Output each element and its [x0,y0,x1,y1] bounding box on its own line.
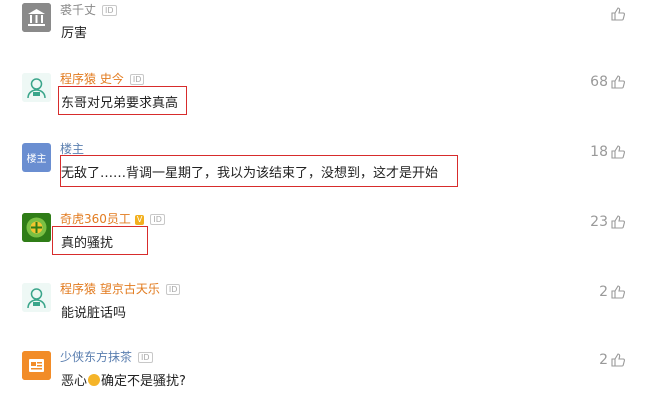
thumbs-up-icon [611,7,625,21]
like-button[interactable]: 68 [590,74,626,90]
like-button[interactable] [608,6,626,22]
like-count: 68 [590,74,608,90]
like-count: 2 [599,284,608,300]
avatar[interactable] [22,351,51,380]
like-button[interactable]: 23 [590,214,626,230]
comment-text: 厉害 [61,26,88,41]
thumbs-up-icon [611,353,625,367]
like-count: 2 [599,352,608,368]
thumbs-up-icon [611,285,625,299]
username-text[interactable]: 裘千丈 [60,3,96,17]
thumbs-up-icon [611,75,625,89]
comment-text-part: 恶心 [61,374,88,389]
id-badge: ID [165,284,181,295]
like-count: 18 [590,144,608,160]
avatar[interactable] [22,283,51,312]
news-avatar-icon [22,351,51,380]
username[interactable]: 程序猿 望京古天乐 ID [60,280,181,297]
360-logo-icon [22,213,51,242]
id-badge: ID [129,74,145,85]
id-badge: ID [138,352,153,363]
avatar-text: 楼主 [26,154,47,165]
highlight-box [58,86,187,115]
username-text[interactable]: 奇虎360员工 [60,212,131,226]
avatar[interactable] [22,213,51,242]
highlight-box [52,226,148,255]
like-button[interactable]: 2 [599,352,626,368]
comment-text-part: 确定不是骚扰? [101,374,186,389]
username[interactable]: 奇虎360员工 V ID [60,210,165,227]
vip-badge: V [134,214,145,225]
like-button[interactable]: 18 [590,144,626,160]
thumbs-up-icon [611,215,625,229]
like-button[interactable]: 2 [599,284,626,300]
username-text[interactable]: 程序猿 史今 [60,72,124,86]
thumbs-up-icon [611,145,625,159]
username[interactable]: 少侠东方抹茶 ID [60,348,153,365]
programmer-avatar-icon [22,283,51,312]
like-count: 23 [590,214,608,230]
username[interactable]: 程序猿 史今 ID [60,70,145,87]
username-text[interactable]: 少侠东方抹茶 [60,350,132,364]
username-text[interactable]: 楼主 [60,142,84,156]
comment-text: 能说脏话吗 [61,306,127,321]
bank-icon [22,3,51,32]
highlight-box [60,155,458,187]
emoji-icon [88,374,101,386]
username[interactable]: 裘千丈 ID [60,1,117,18]
programmer-avatar-icon [22,73,51,102]
comment-text: 恶心 确定不是骚扰? [61,370,186,389]
username-text[interactable]: 程序猿 望京古天乐 [60,282,160,296]
id-badge: ID [102,5,117,16]
avatar[interactable] [22,73,51,102]
avatar[interactable]: 楼主 [22,143,51,172]
id-badge: ID [150,214,165,225]
avatar[interactable] [22,3,51,32]
